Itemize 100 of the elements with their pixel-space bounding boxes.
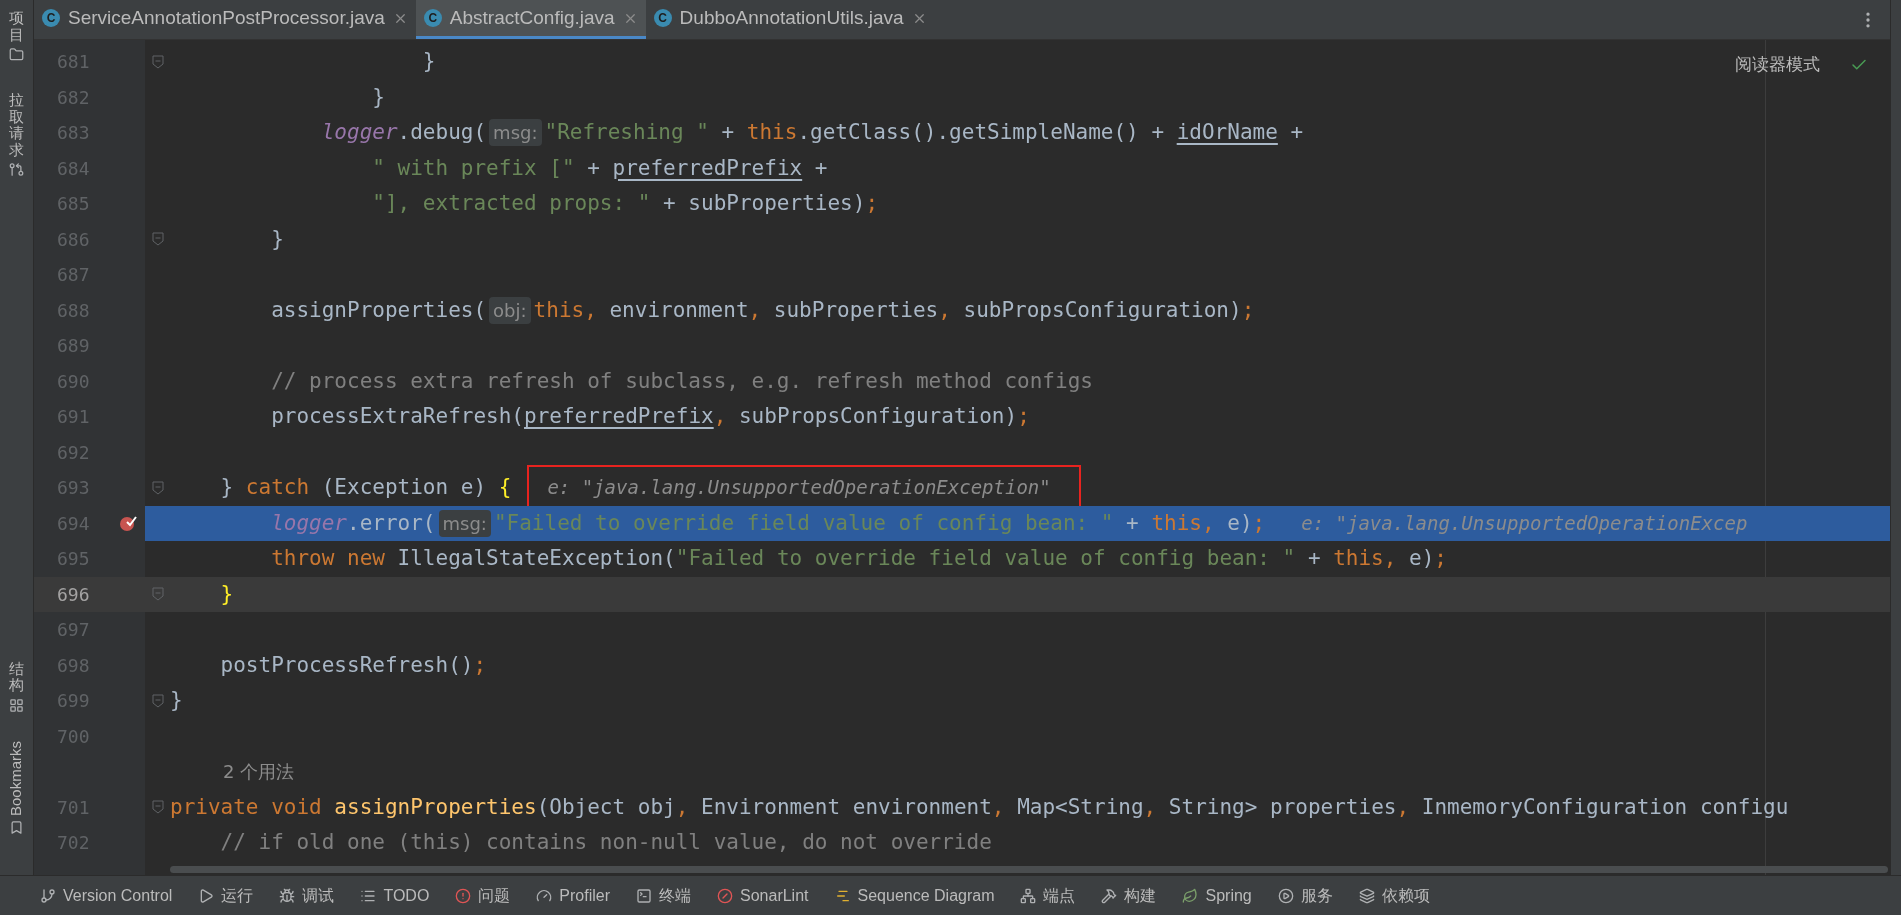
bookmark-icon — [9, 820, 24, 835]
code-text: .debug( — [397, 119, 487, 146]
code-text: environment — [608, 296, 749, 324]
code-text: e) — [1226, 509, 1253, 537]
code-text: + — [1125, 509, 1140, 537]
bug-icon — [279, 887, 296, 904]
code-keyword: , — [713, 403, 727, 430]
gauge-icon — [536, 887, 553, 904]
code-text: String> properties — [1167, 793, 1397, 821]
code-text: + — [720, 119, 736, 146]
code-keyword: , — [748, 296, 762, 324]
tool-window-tab[interactable]: 构建 — [1101, 883, 1157, 908]
fold-icon[interactable] — [151, 54, 164, 69]
code-text: IllegalStateException( — [396, 545, 676, 572]
code-text: InmemoryConfiguration configu — [1420, 793, 1789, 821]
code-string: "], extracted props: " — [371, 190, 651, 217]
code-field: logger — [170, 117, 398, 149]
code-text: postProcessRefresh() — [219, 651, 474, 679]
code-text: assignProperties( — [270, 296, 487, 324]
editor-tab[interactable]: C AbstractConfig.java — [415, 0, 646, 39]
code-keyword: this, — [1333, 545, 1397, 572]
code-method: assignProperties — [333, 793, 537, 821]
alert-icon — [455, 887, 472, 904]
hammer-icon — [1101, 887, 1118, 904]
fold-icon[interactable] — [151, 587, 164, 602]
fold-icon[interactable] — [151, 232, 164, 247]
code-keyword: this, — [1151, 509, 1215, 537]
branch-icon — [40, 887, 56, 904]
editor-tab[interactable]: C DubboAnnotationUtils.java — [645, 0, 935, 39]
code-string: "Failed to override field value of config bean: " — [493, 509, 1114, 537]
code-text: } — [219, 474, 235, 501]
tool-window-tab[interactable]: 依赖项 — [1358, 883, 1430, 908]
play-circle-icon — [1277, 887, 1294, 904]
code-text: } — [421, 48, 436, 75]
code-keyword: ; — [473, 651, 487, 679]
class-icon: C — [423, 9, 442, 27]
code-text: + — [1306, 545, 1322, 572]
parameter-hint: msg: — [489, 119, 542, 147]
code-keyword: ; — [865, 190, 879, 217]
breakpoint-icon[interactable] — [117, 514, 138, 533]
tool-window-tab[interactable]: Profiler — [536, 883, 610, 908]
fold-icon[interactable] — [151, 693, 164, 708]
code-keyword: this, — [533, 296, 597, 324]
usages-hint: 2 个用法 — [223, 760, 295, 785]
code-text: subPropsConfiguration) — [737, 403, 1018, 430]
horizontal-scrollbar[interactable] — [170, 866, 1888, 873]
tool-window-tab[interactable]: Spring — [1182, 883, 1252, 908]
code-string: " with prefix [" — [371, 154, 575, 182]
tool-window-tab[interactable]: 运行 — [198, 883, 254, 908]
matched-brace: } — [219, 580, 234, 608]
code-string: "Failed to override field value of config bean: " — [675, 545, 1296, 572]
tool-window-tab[interactable]: Version Control — [40, 883, 173, 908]
leaf-icon — [1182, 887, 1199, 904]
reader-mode-toggle[interactable]: 阅读器模式 — [1735, 52, 1868, 78]
code-keyword: catch — [245, 474, 310, 501]
code-text: .getClass().getSimpleName() + — [797, 119, 1166, 146]
tool-window-tab[interactable]: 终端 — [636, 883, 691, 908]
code-text: (Object obj — [536, 793, 676, 821]
tool-window-button[interactable]: 结构 — [9, 660, 24, 713]
code-text: } — [270, 225, 284, 253]
parameter-hint: msg: — [438, 509, 491, 537]
tool-window-tab[interactable]: Sequence Diagram — [834, 883, 995, 908]
terminal-icon — [636, 887, 652, 904]
code-comment: // process extra refresh of subclass, e.g. refresh method configs — [270, 367, 1093, 395]
code-keyword: , — [938, 296, 951, 324]
tool-window-tab[interactable]: 调试 — [279, 883, 335, 908]
reader-mode-label: 阅读器模式 — [1735, 54, 1820, 76]
code-text: subProperties — [772, 296, 939, 324]
code-string: "Refreshing " — [544, 119, 709, 146]
code-text: } — [170, 687, 183, 714]
code-keyword: ; — [1252, 509, 1266, 537]
tool-window-button[interactable]: 项目 — [9, 10, 24, 62]
tool-window-tab[interactable]: SonarLint — [717, 883, 809, 908]
code-text: preferredPrefix — [524, 403, 714, 430]
code-field: logger — [170, 507, 347, 539]
grid-icon — [9, 697, 24, 713]
code-text: e) — [1408, 545, 1435, 572]
tool-window-button[interactable]: Bookmarks — [5, 740, 28, 835]
tool-window-tab[interactable]: 问题 — [455, 883, 511, 908]
code-keyword: ; — [1017, 403, 1030, 430]
code-text: (Exception e) — [320, 474, 488, 501]
class-icon: C — [653, 9, 672, 27]
tool-window-tab[interactable]: TODO — [360, 883, 430, 908]
code-keyword: , — [1143, 793, 1157, 821]
tool-window-tab[interactable]: 端点 — [1020, 883, 1076, 908]
matched-brace: { — [498, 474, 512, 501]
editor-tab[interactable]: C ServiceAnnotationPostProcessor.java — [34, 0, 416, 39]
code-text: processExtraRefresh( — [270, 403, 524, 430]
code-text: } — [371, 83, 385, 111]
code-keyword: throw new — [270, 545, 385, 572]
tool-window-tab[interactable]: 服务 — [1277, 883, 1333, 908]
play-icon — [198, 887, 215, 904]
code-keyword: ; — [1434, 545, 1447, 572]
fold-icon[interactable] — [151, 480, 164, 495]
tab-label: DubboAnnotationUtils.java — [679, 5, 904, 30]
code-keyword: this — [746, 119, 798, 146]
code-keyword: , — [991, 793, 1005, 821]
code-text: subPropsConfiguration) — [962, 296, 1242, 324]
fold-icon[interactable] — [151, 800, 164, 815]
tool-window-button[interactable]: 拉取请求 — [9, 92, 24, 177]
